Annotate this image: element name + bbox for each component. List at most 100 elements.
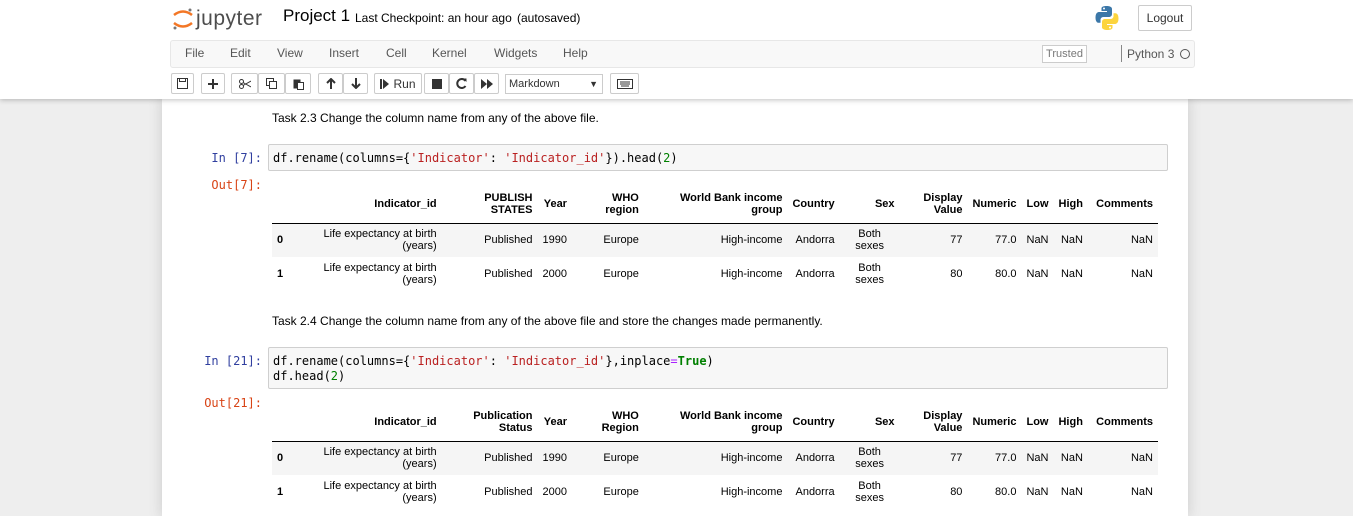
trusted-indicator[interactable]: Trusted [1042, 45, 1087, 63]
restart-run-all-button[interactable] [474, 73, 499, 94]
table-cell: Europe [603, 234, 639, 247]
dataframe-table: Indicator_id PUBLISH STATES Year WHO region… [272, 186, 1158, 291]
restart-kernel-button[interactable] [449, 73, 474, 94]
table-cell: Published [484, 452, 533, 465]
table-row: 1 Life expectancy at birth (years) Publish… [272, 475, 1158, 509]
cell-type-select[interactable]: Markdown ▼ [505, 74, 603, 94]
table-header-row: Indicator_id PUBLISH STATES Year WHO region… [272, 186, 1158, 223]
output-prompt: Out[21]: [204, 396, 262, 410]
menu-insert[interactable]: Insert [329, 46, 359, 60]
table-cell: NaN [1026, 452, 1049, 465]
column-header: Country [792, 198, 835, 211]
column-header: Indicator_id [374, 416, 437, 429]
table-cell: NaN [1130, 452, 1153, 465]
table-cell: NaN [1026, 234, 1049, 247]
column-header: Display Value [923, 192, 963, 217]
code-cell-input[interactable]: df.rename(columns={'Indicator': 'Indicat… [268, 144, 1168, 171]
column-header: High [1058, 416, 1083, 429]
notebook-title[interactable]: Project 1 [283, 6, 350, 26]
arrow-down-icon [350, 78, 361, 89]
caret-down-icon: ▼ [589, 79, 598, 89]
column-header: Numeric [972, 416, 1017, 429]
table-cell: Andorra [795, 234, 835, 247]
column-header: Sex [874, 416, 895, 429]
move-down-button[interactable] [343, 73, 368, 94]
jupyter-icon [173, 8, 193, 30]
move-up-button[interactable] [318, 73, 343, 94]
save-button[interactable] [171, 73, 194, 94]
command-palette-button[interactable] [610, 73, 639, 94]
table-row: 1 Life expectancy at birth (years) Publish… [272, 257, 1158, 291]
table-cell: High-income [720, 234, 783, 247]
column-header: Low [1026, 198, 1049, 211]
cut-button[interactable] [231, 73, 258, 94]
checkpoint-status: Last Checkpoint: an hour ago [355, 11, 512, 25]
table-cell: Both sexes [855, 480, 884, 504]
run-button[interactable]: Run [374, 73, 422, 94]
column-header [272, 404, 296, 441]
table-cell: 2000 [542, 268, 567, 280]
row-index: 1 [277, 268, 284, 280]
code-cell-input[interactable]: df.rename(columns={'Indicator': 'Indicat… [268, 347, 1168, 389]
column-header: WHO Region [601, 410, 639, 435]
kernel-name: Python 3 [1127, 47, 1175, 61]
table-cell: 77.0 [995, 234, 1017, 247]
table-cell: 80.0 [995, 268, 1017, 280]
table-cell: Published [484, 486, 533, 498]
table-row: 0 Life expectancy at birth (years) Publish… [272, 441, 1158, 475]
table-cell: Life expectancy at birth (years) [323, 228, 437, 253]
column-header: Low [1026, 416, 1049, 429]
markdown-cell[interactable]: Task 2.3 Change the column name from any… [272, 111, 599, 125]
save-icon [177, 78, 188, 89]
table-header-row: Indicator_id Publication Status Year WHO Re… [272, 404, 1158, 441]
cell-type-value: Markdown [509, 78, 560, 90]
logout-button[interactable]: Logout [1138, 5, 1192, 31]
run-label: Run [393, 76, 416, 91]
column-header: Country [792, 416, 835, 429]
menu-cell[interactable]: Cell [386, 46, 407, 60]
column-header: PUBLISH STATES [484, 192, 533, 217]
column-header: WHO region [605, 192, 639, 217]
table-cell: High-income [720, 452, 783, 465]
menu-widgets[interactable]: Widgets [494, 46, 537, 60]
menu-edit[interactable]: Edit [230, 46, 251, 60]
table-cell: 2000 [542, 486, 567, 498]
copy-button[interactable] [258, 73, 285, 94]
menu-file[interactable]: File [185, 46, 204, 60]
autosave-status: (autosaved) [517, 11, 581, 25]
table-cell: Published [484, 268, 533, 280]
row-index: 1 [277, 486, 284, 498]
table-cell: NaN [1130, 486, 1153, 498]
column-header: Year [543, 198, 567, 211]
menu-help[interactable]: Help [563, 46, 588, 60]
paste-button[interactable] [285, 73, 311, 94]
arrow-up-icon [325, 78, 336, 89]
insert-cell-button[interactable] [201, 73, 225, 94]
table-cell: Andorra [795, 268, 835, 280]
table-cell: Both sexes [855, 446, 884, 471]
table-cell: High-income [720, 486, 783, 498]
kernel-idle-icon [1180, 49, 1190, 59]
table-cell: High-income [720, 268, 783, 280]
table-cell: NaN [1130, 234, 1153, 247]
column-header: Display Value [923, 410, 963, 435]
dataframe-table: Indicator_id Publication Status Year WHO Re… [272, 404, 1158, 509]
menu-view[interactable]: View [277, 46, 303, 60]
table-cell: 80 [950, 268, 963, 280]
table-cell: 77.0 [995, 452, 1017, 465]
restart-icon [456, 78, 467, 89]
column-header: Comments [1096, 198, 1153, 211]
kernel-separator [1121, 45, 1122, 62]
table-cell: NaN [1060, 268, 1083, 280]
table-cell: NaN [1060, 452, 1083, 465]
markdown-cell[interactable]: Task 2.4 Change the column name from any… [272, 314, 823, 328]
interrupt-kernel-button[interactable] [424, 73, 449, 94]
table-cell: Life expectancy at birth (years) [323, 262, 437, 286]
jupyter-wordmark: jupyter [196, 7, 263, 30]
jupyter-logo[interactable]: jupyter [172, 5, 263, 33]
column-header: Indicator_id [374, 198, 437, 211]
column-header [272, 186, 296, 223]
menu-kernel[interactable]: Kernel [432, 46, 467, 60]
table-cell: 80.0 [995, 486, 1017, 498]
fast-forward-icon [480, 78, 493, 89]
